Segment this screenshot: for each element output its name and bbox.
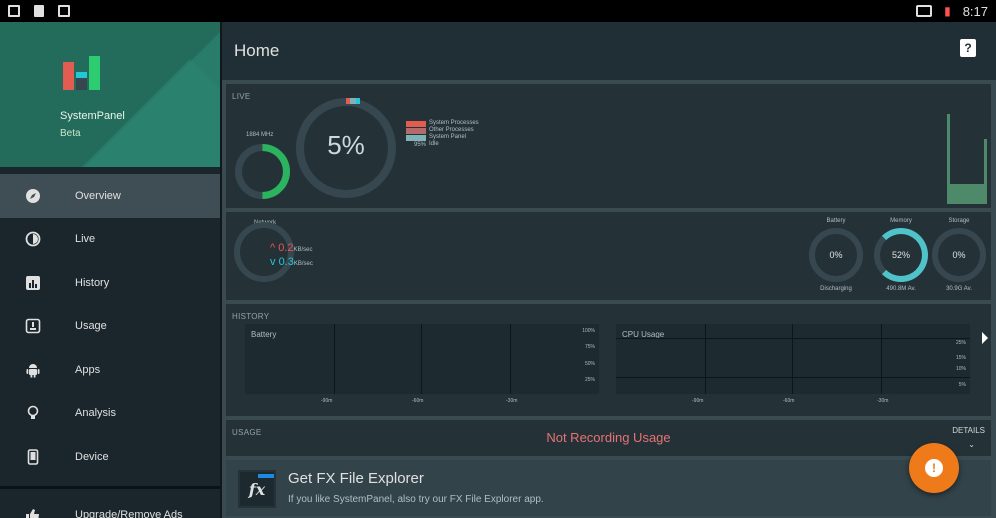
live-card[interactable]: LIVE 1884 MHz 5% System Processes Other … xyxy=(223,84,991,211)
thumbs-up-icon xyxy=(24,506,42,518)
sidebar-item-label: Analysis xyxy=(75,407,116,420)
frequency-ring-arc xyxy=(223,132,302,211)
cpu-ring-segment xyxy=(346,98,360,104)
legend-item: System Panel xyxy=(406,134,479,141)
battery-gauge: 0% xyxy=(809,228,863,282)
sidebar-item-history[interactable]: History xyxy=(0,261,220,305)
y-tick: 15% xyxy=(955,355,966,361)
y-tick: 25% xyxy=(955,340,966,346)
sidebar-item-label: Apps xyxy=(75,363,101,376)
x-tick: -30m xyxy=(506,398,518,404)
notification-icon xyxy=(8,5,20,17)
alert-fab-button[interactable]: ! xyxy=(909,443,959,493)
clock-icon xyxy=(24,230,42,248)
cpu-frequency: 1884 MHz xyxy=(246,132,274,138)
navigation-drawer: SystemPanel Beta Overview Live History U… xyxy=(0,22,222,518)
sidebar-item-label: Overview xyxy=(75,189,121,202)
legend-item: 95% Idle xyxy=(413,141,439,148)
promo-card[interactable]: fx Get FX File Explorer If you like Syst… xyxy=(226,460,991,516)
storage-title: Storage xyxy=(948,218,970,224)
sidebar-item-label: History xyxy=(75,276,110,289)
section-label: LIVE xyxy=(232,92,251,101)
app-logo-icon xyxy=(63,54,100,90)
legend-item: System Processes xyxy=(406,120,479,127)
network-download: v 0.3KB/sec xyxy=(270,256,313,268)
sidebar-item-usage[interactable]: Usage xyxy=(0,305,220,349)
sidebar-item-label: Upgrade/Remove Ads xyxy=(75,509,183,518)
nav-divider xyxy=(0,486,220,489)
notification-icon xyxy=(58,5,70,17)
memory-gauge: 52% xyxy=(874,228,928,282)
network-upload: ^ 0.2KB/sec xyxy=(270,242,313,254)
y-tick: 10% xyxy=(955,366,966,372)
battery-status: Discharging xyxy=(820,286,852,292)
live-graph xyxy=(947,114,987,204)
app-name: SystemPanel xyxy=(60,110,125,122)
cpu-percent: 5% xyxy=(327,130,365,160)
memory-title: Memory xyxy=(890,218,912,224)
main-content: Home ? LIVE 1884 MHz 5% System Processes… xyxy=(222,22,996,518)
sidebar-item-device[interactable]: Device xyxy=(0,435,220,479)
sidebar-item-upgrade[interactable]: Upgrade/Remove Ads xyxy=(0,500,220,518)
sidebar-item-label: Device xyxy=(75,450,109,463)
sidebar-item-live[interactable]: Live xyxy=(0,218,220,262)
battery-history-chart: Battery 100% 75% 50% 25% xyxy=(245,324,599,394)
app-bar: Home ? xyxy=(222,22,996,80)
x-tick: -60m xyxy=(783,398,795,404)
cast-icon xyxy=(916,5,933,17)
x-tick: -90m xyxy=(321,398,333,404)
y-tick: 5% xyxy=(958,382,966,388)
help-button[interactable]: ? xyxy=(960,39,976,57)
status-bar: ▮ 8:17 xyxy=(0,0,996,22)
lightbulb-icon xyxy=(24,404,42,422)
legend-item: Other Processes xyxy=(406,127,479,134)
chevron-down-icon[interactable]: ⌄ xyxy=(968,440,975,449)
drawer-header: SystemPanel Beta xyxy=(0,22,220,167)
sidebar-item-label: Usage xyxy=(75,320,107,333)
y-tick: 75% xyxy=(584,344,595,350)
memory-available: 490.8M Av. xyxy=(886,286,916,292)
details-button[interactable]: DETAILS xyxy=(952,426,985,435)
section-label: HISTORY xyxy=(232,312,270,321)
y-tick: 50% xyxy=(584,361,595,367)
x-tick: -60m xyxy=(412,398,424,404)
battery-title: Battery xyxy=(826,218,846,224)
fx-logo-icon: fx xyxy=(238,470,276,508)
x-tick: -30m xyxy=(877,398,889,404)
x-tick: -90m xyxy=(692,398,704,404)
sidebar-item-analysis[interactable]: Analysis xyxy=(0,392,220,436)
y-tick: 25% xyxy=(584,377,595,383)
page-title: Home xyxy=(234,41,280,60)
status-time: 8:17 xyxy=(962,3,988,19)
promo-title: Get FX File Explorer xyxy=(288,470,424,487)
usage-status: Not Recording Usage xyxy=(546,430,671,445)
network-card[interactable]: Network ^ 0.2KB/sec v 0.3KB/sec Battery … xyxy=(226,212,991,300)
bar-chart-icon xyxy=(24,274,42,292)
gauge-icon xyxy=(24,317,42,335)
usage-card[interactable]: USAGE Not Recording Usage DETAILS ⌄ xyxy=(226,420,991,456)
android-icon xyxy=(24,361,42,379)
sidebar-item-label: Live xyxy=(75,233,96,246)
phone-icon xyxy=(24,448,42,466)
cpu-history-chart: CPU Usage 25% 15% 10% 5% xyxy=(616,324,970,394)
battery-alert-icon: ▮ xyxy=(944,4,951,18)
app-subtitle: Beta xyxy=(60,128,81,139)
promo-text: If you like SystemPanel, also try our FX… xyxy=(288,494,544,505)
mouse-cursor-icon xyxy=(982,332,988,344)
nav-list: Overview Live History Usage Apps Analysi… xyxy=(0,174,220,479)
alert-icon: ! xyxy=(925,459,943,477)
y-tick: 100% xyxy=(582,328,595,334)
compass-icon xyxy=(24,187,42,205)
history-card[interactable]: HISTORY Battery 100% 75% 50% 25% -90m -6… xyxy=(226,304,991,416)
sidebar-item-overview[interactable]: Overview xyxy=(0,174,220,218)
storage-available: 30.9G Av. xyxy=(946,286,972,292)
sidebar-item-apps[interactable]: Apps xyxy=(0,348,220,392)
storage-gauge: 0% xyxy=(932,228,986,282)
cpu-legend: System Processes Other Processes System … xyxy=(406,120,479,148)
notification-icon xyxy=(34,5,44,17)
chart-title: Battery xyxy=(251,330,277,339)
